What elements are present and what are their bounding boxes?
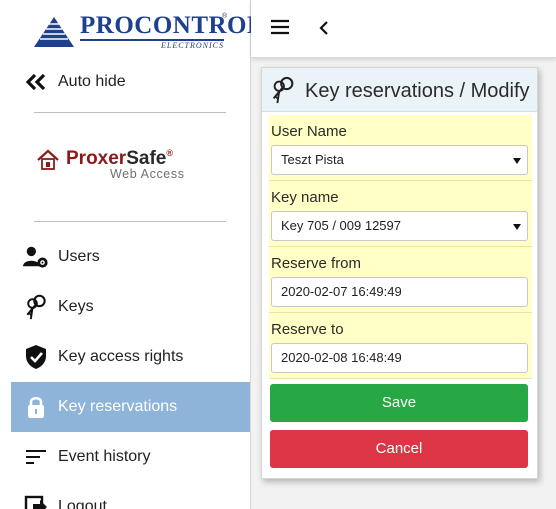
- list-lines-icon: [23, 448, 49, 466]
- user-name-label: User Name: [271, 123, 347, 140]
- sidebar-item-label: Key reservations: [58, 398, 178, 415]
- chevron-left-icon[interactable]: [318, 20, 330, 41]
- auto-hide-button[interactable]: Auto hide: [11, 57, 250, 107]
- proxersafe-logo: ProxerSafe® Web Access: [36, 147, 236, 187]
- sidebar-item-event-history[interactable]: Event history: [11, 432, 250, 482]
- divider: [34, 112, 226, 113]
- reserve-to-field-group: Reserve to 2020-02-08 16:48:49: [269, 313, 532, 379]
- shield-check-icon: [23, 344, 49, 370]
- top-bar: [251, 0, 556, 58]
- auto-hide-label: Auto hide: [58, 73, 126, 90]
- divider: [34, 221, 226, 222]
- user-name-field-group: User Name Teszt Pista: [269, 115, 532, 181]
- keys-icon: [23, 292, 49, 322]
- sidebar-item-label: Logout: [58, 498, 107, 509]
- procontrol-triangle-icon: [34, 17, 74, 47]
- reservation-form-card: Key reservations / Modify User Name Tesz…: [261, 67, 538, 479]
- hamburger-icon[interactable]: [270, 17, 290, 42]
- sidebar-item-users[interactable]: Users: [11, 232, 250, 282]
- sidebar-item-label: Key access rights: [58, 348, 184, 365]
- proxersafe-title-a: Proxer: [66, 148, 127, 169]
- lock-icon: [23, 395, 49, 419]
- proxersafe-title-b: Safe: [126, 148, 167, 169]
- keys-icon: [269, 75, 297, 110]
- form-title: Key reservations / Modify: [305, 80, 530, 102]
- procontrol-subtitle: ELECTRONICS: [80, 39, 224, 50]
- save-button[interactable]: Save: [270, 384, 528, 422]
- reserve-from-input[interactable]: 2020-02-07 16:49:49: [271, 277, 528, 307]
- sidebar: PROCONTROL ® ELECTRONICS Auto hide Proxe…: [0, 0, 264, 509]
- house-lock-icon: [37, 149, 59, 170]
- procontrol-registered: ®: [222, 13, 228, 20]
- key-name-field-group: Key name Key 705 / 009 12597: [269, 181, 532, 247]
- users-gear-icon: [23, 245, 49, 269]
- sidebar-item-label: Keys: [58, 298, 94, 315]
- sidebar-item-key-access-rights[interactable]: Key access rights: [11, 332, 250, 382]
- reserve-from-field-group: Reserve from 2020-02-07 16:49:49: [269, 247, 532, 313]
- card-header: Key reservations / Modify: [262, 68, 537, 112]
- proxersafe-registered: ®: [166, 148, 173, 158]
- reserve-to-input[interactable]: 2020-02-08 16:48:49: [271, 343, 528, 373]
- logout-icon: [23, 495, 49, 509]
- procontrol-logo: PROCONTROL ® ELECTRONICS: [30, 12, 264, 52]
- sidebar-item-key-reservations[interactable]: Key reservations: [11, 382, 250, 432]
- key-name-select[interactable]: Key 705 / 009 12597: [271, 211, 528, 241]
- reserve-from-label: Reserve from: [271, 255, 362, 272]
- cancel-button[interactable]: Cancel: [270, 430, 528, 468]
- sidebar-item-label: Event history: [58, 448, 151, 465]
- key-name-label: Key name: [271, 189, 339, 206]
- user-name-select[interactable]: Teszt Pista: [271, 145, 528, 175]
- sidebar-item-keys[interactable]: Keys: [11, 282, 250, 332]
- procontrol-brand: PROCONTROL: [80, 12, 265, 39]
- sidebar-item-label: Users: [58, 248, 100, 265]
- sidebar-item-logout[interactable]: Logout: [11, 482, 250, 509]
- proxersafe-subtitle: Web Access: [110, 167, 185, 181]
- reserve-to-label: Reserve to: [271, 321, 344, 338]
- double-chevron-left-icon: [23, 73, 49, 91]
